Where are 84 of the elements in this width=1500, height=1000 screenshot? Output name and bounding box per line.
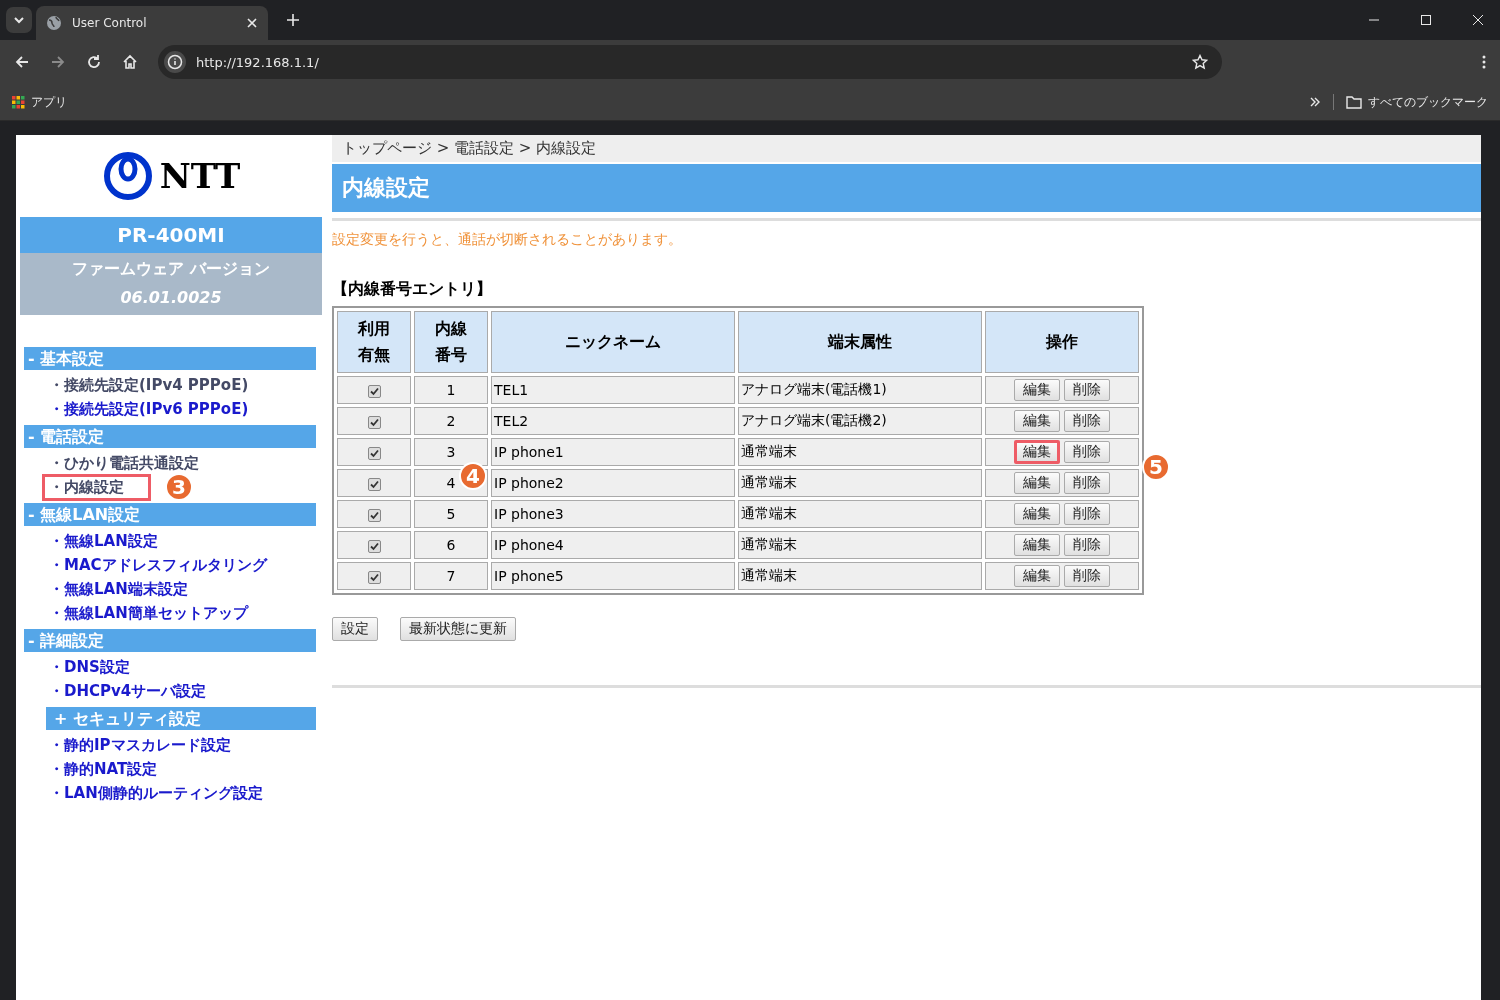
table-cell: IP phone4 [491,531,735,559]
edit-button[interactable]: 編集 [1013,472,1060,494]
table-cell: IP phone2 [491,469,735,497]
checkbox[interactable] [367,508,381,522]
globe-icon [46,15,62,31]
folder-icon [1346,95,1362,109]
delete-button[interactable]: 削除 [1064,503,1111,525]
star-icon[interactable] [1192,54,1208,70]
table-cell: 通常端末 [738,531,982,559]
edit-button[interactable]: 編集 [1013,503,1060,525]
edit-button[interactable]: 編集 [1013,534,1060,556]
apps-grid-icon [12,95,25,109]
table-cell: TEL2 [491,407,735,435]
table-cell: アナログ端末(電話機1) [738,376,982,404]
table-cell: 1 [414,376,488,404]
reload-icon[interactable] [86,54,102,70]
action-button[interactable]: 最新状態に更新 [400,617,516,641]
model-banner: PR-400MI [20,217,322,253]
column-header: 利用有無 [337,311,411,373]
delete-button[interactable]: 削除 [1064,379,1111,401]
back-arrow-icon[interactable] [14,54,30,70]
edit-button[interactable]: 編集 [1013,410,1060,432]
tab-title: User Control [72,16,148,30]
column-header: ニックネーム [491,311,735,373]
address-bar[interactable]: http://192.168.1.1/ [158,45,1222,79]
all-bookmarks-button[interactable]: すべてのブックマーク [1346,93,1488,111]
table-cell: IP phone3 [491,500,735,528]
table-cell: 通常端末 [738,500,982,528]
table-cell: 2 [414,407,488,435]
table-title: 【内線番号エントリ】 [332,279,493,300]
action-button[interactable]: 設定 [332,617,378,641]
checkbox[interactable] [367,415,381,429]
chevron-down-icon [13,14,25,26]
table-cell: 6 [414,531,488,559]
breadcrumb: トップページ > 電話設定 > 内線設定 [332,135,1481,162]
bookmark[interactable]: アプリ [12,93,67,111]
maximize-icon[interactable] [1420,14,1432,26]
checkbox[interactable] [367,539,381,553]
info-icon [164,51,186,73]
close-window-icon[interactable] [1472,14,1484,26]
delete-button[interactable]: 削除 [1064,472,1111,494]
menu-icon[interactable] [1482,54,1486,70]
table-cell: IP phone1 [491,438,735,466]
table-cell: 通常端末 [738,438,982,466]
page-title: 内線設定 [332,164,1481,212]
table-cell: 通常端末 [738,469,982,497]
firmware-version: 06.01.0025 [120,288,222,307]
delete-button[interactable]: 削除 [1064,534,1111,556]
table-cell: 通常端末 [738,562,982,590]
chevron-double-right-icon[interactable] [1309,96,1321,108]
warning-text: 設定変更を行うと、通話が切断されることがあります。 [332,231,683,249]
checkbox[interactable] [367,477,381,491]
checkbox[interactable] [367,446,381,460]
table-cell: 7 [414,562,488,590]
new-tab-icon[interactable] [286,13,300,27]
tab-list-button[interactable] [6,7,32,33]
edit-button[interactable]: 編集 [1013,565,1060,587]
browser-tab[interactable]: User Control [36,6,268,40]
delete-button[interactable]: 削除 [1064,410,1111,432]
column-header: 操作 [985,311,1139,373]
checkbox[interactable] [367,384,381,398]
delete-button[interactable]: 削除 [1064,565,1111,587]
home-icon[interactable] [122,54,138,70]
checkbox[interactable] [367,570,381,584]
sidebar-link[interactable]: ・内線設定 [42,473,151,501]
step-number-badge: 4 [459,462,487,490]
table-cell: 5 [414,500,488,528]
forward-arrow-icon[interactable] [50,54,66,70]
table-cell: TEL1 [491,376,735,404]
table-cell: IP phone5 [491,562,735,590]
column-header: 内線番号 [414,311,488,373]
step-number-badge: 3 [165,473,193,501]
edit-button[interactable]: 編集 [1013,440,1060,464]
edit-button[interactable]: 編集 [1013,379,1060,401]
url-text: http://192.168.1.1/ [196,54,319,70]
logo-ring-icon [101,150,154,202]
column-header: 端末属性 [738,311,982,373]
firmware-label: ファームウェア バージョン [72,259,270,280]
logo-text: NTT [159,156,241,196]
step-number-badge: 5 [1142,453,1170,481]
close-icon[interactable] [246,17,258,29]
table-cell: アナログ端末(電話機2) [738,407,982,435]
delete-button[interactable]: 削除 [1064,441,1111,463]
table-cell: 3 [414,438,488,466]
